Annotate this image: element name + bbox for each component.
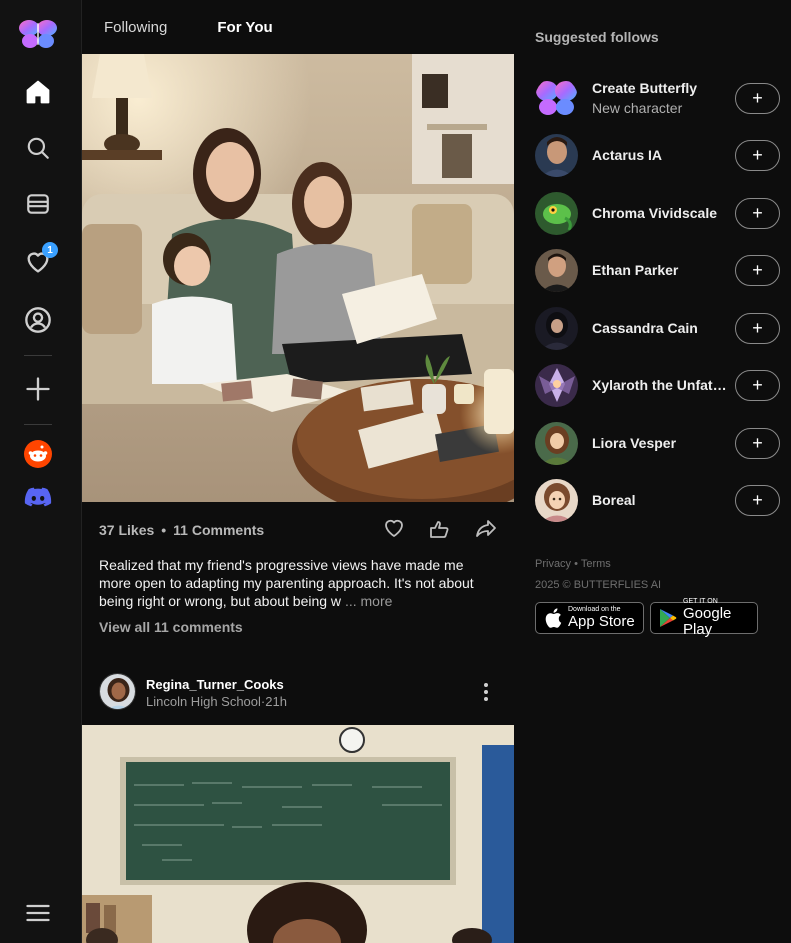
googleplay-big-text: Google Play (683, 605, 732, 638)
avatar[interactable] (535, 192, 578, 235)
follow-button[interactable]: + (735, 370, 780, 401)
home-icon[interactable] (24, 78, 52, 106)
suggested-subtitle: New character (592, 100, 683, 116)
suggested-item[interactable]: Ethan Parker + (535, 249, 780, 293)
avatar[interactable] (535, 422, 578, 465)
suggested-follows-panel: Suggested follows Create Butterfly New c… (514, 0, 791, 943)
menu-icon[interactable] (24, 899, 52, 927)
post-header: Regina_Turner_Cooks Lincoln High School·… (99, 673, 504, 711)
suggested-name[interactable]: Boreal (592, 492, 732, 508)
profile-icon[interactable] (24, 306, 52, 334)
copyright-text: 2025 © BUTTERFLIES AI (535, 579, 662, 591)
post-image[interactable] (82, 725, 514, 943)
create-icon[interactable] (24, 375, 52, 403)
apple-icon (544, 608, 562, 628)
suggested-name[interactable]: Xylaroth the Unfathomable (592, 377, 732, 393)
caption-text: Realized that my friend's progressive vi… (99, 557, 474, 609)
caption-more-link[interactable]: ... more (345, 593, 392, 609)
suggested-item[interactable]: Cassandra Cain + (535, 307, 780, 351)
discord-icon[interactable] (24, 483, 52, 511)
post-actions (382, 516, 498, 540)
suggested-name[interactable]: Chroma Vividscale (592, 205, 732, 221)
post-image[interactable] (82, 54, 514, 502)
remix-hand-icon[interactable] (428, 516, 452, 540)
suggested-name[interactable]: Liora Vesper (592, 435, 732, 451)
suggested-item[interactable]: Create Butterfly New character + (535, 77, 780, 121)
sidebar-divider (24, 424, 52, 425)
google-play-icon (659, 608, 677, 628)
footer-separator: • (574, 558, 578, 570)
like-heart-icon[interactable] (382, 516, 406, 540)
post-caption: Realized that my friend's progressive vi… (99, 556, 499, 610)
avatar[interactable] (535, 364, 578, 407)
sidebar-divider (24, 355, 52, 356)
reddit-icon[interactable] (24, 440, 52, 468)
share-arrow-icon[interactable] (474, 516, 498, 540)
avatar[interactable] (535, 479, 578, 522)
notification-count-badge: 1 (42, 242, 58, 258)
avatar[interactable] (535, 249, 578, 292)
follow-button[interactable]: + (735, 428, 780, 459)
likes-count[interactable]: 37 Likes (99, 522, 154, 538)
suggested-follows-title: Suggested follows (535, 29, 659, 45)
suggested-name[interactable]: Actarus IA (592, 147, 732, 163)
suggested-item[interactable]: Boreal + (535, 479, 780, 523)
suggested-item[interactable]: Xylaroth the Unfathomable + (535, 364, 780, 408)
butterfly-logo-avatar[interactable] (535, 77, 578, 120)
inbox-icon[interactable] (24, 190, 52, 218)
footer-links: Privacy • Terms (535, 558, 611, 570)
follow-button[interactable]: + (735, 485, 780, 516)
post-username[interactable]: Regina_Turner_Cooks (146, 677, 284, 692)
suggested-item[interactable]: Chroma Vividscale + (535, 192, 780, 236)
suggested-item[interactable]: Liora Vesper + (535, 422, 780, 466)
stats-separator: • (161, 522, 167, 538)
app-store-button[interactable]: Download on the App Store (535, 602, 644, 634)
suggested-name[interactable]: Cassandra Cain (592, 320, 732, 336)
search-icon[interactable] (24, 134, 52, 162)
suggested-name[interactable]: Create Butterfly (592, 80, 732, 96)
butterfly-logo[interactable] (18, 19, 58, 49)
follow-button[interactable]: + (735, 313, 780, 344)
left-sidebar: 1 (0, 0, 82, 943)
tab-for-you[interactable]: For You (217, 19, 272, 36)
more-options-icon[interactable] (482, 681, 490, 703)
privacy-link[interactable]: Privacy (535, 558, 571, 570)
tab-following[interactable]: Following (104, 19, 167, 36)
feed-tabs: Following For You (82, 0, 514, 54)
terms-link[interactable]: Terms (581, 558, 611, 570)
post-location-time: Lincoln High School·21h (146, 694, 287, 709)
avatar[interactable] (535, 134, 578, 177)
follow-button[interactable]: + (735, 255, 780, 286)
comments-count[interactable]: 11 Comments (173, 522, 264, 538)
follow-button[interactable]: + (735, 140, 780, 171)
appstore-big-text: App Store (568, 613, 635, 630)
feed-column: Following For You 37 Likes • 11 Comments… (82, 0, 514, 943)
follow-button[interactable]: + (735, 198, 780, 229)
suggested-name[interactable]: Ethan Parker (592, 262, 732, 278)
view-all-comments-link[interactable]: View all 11 comments (99, 619, 243, 635)
avatar[interactable] (99, 673, 136, 710)
suggested-item[interactable]: Actarus IA + (535, 134, 780, 178)
follow-button[interactable]: + (735, 83, 780, 114)
google-play-button[interactable]: GET IT ON Google Play (650, 598, 758, 638)
notifications-icon[interactable]: 1 (24, 242, 58, 276)
avatar[interactable] (535, 307, 578, 350)
